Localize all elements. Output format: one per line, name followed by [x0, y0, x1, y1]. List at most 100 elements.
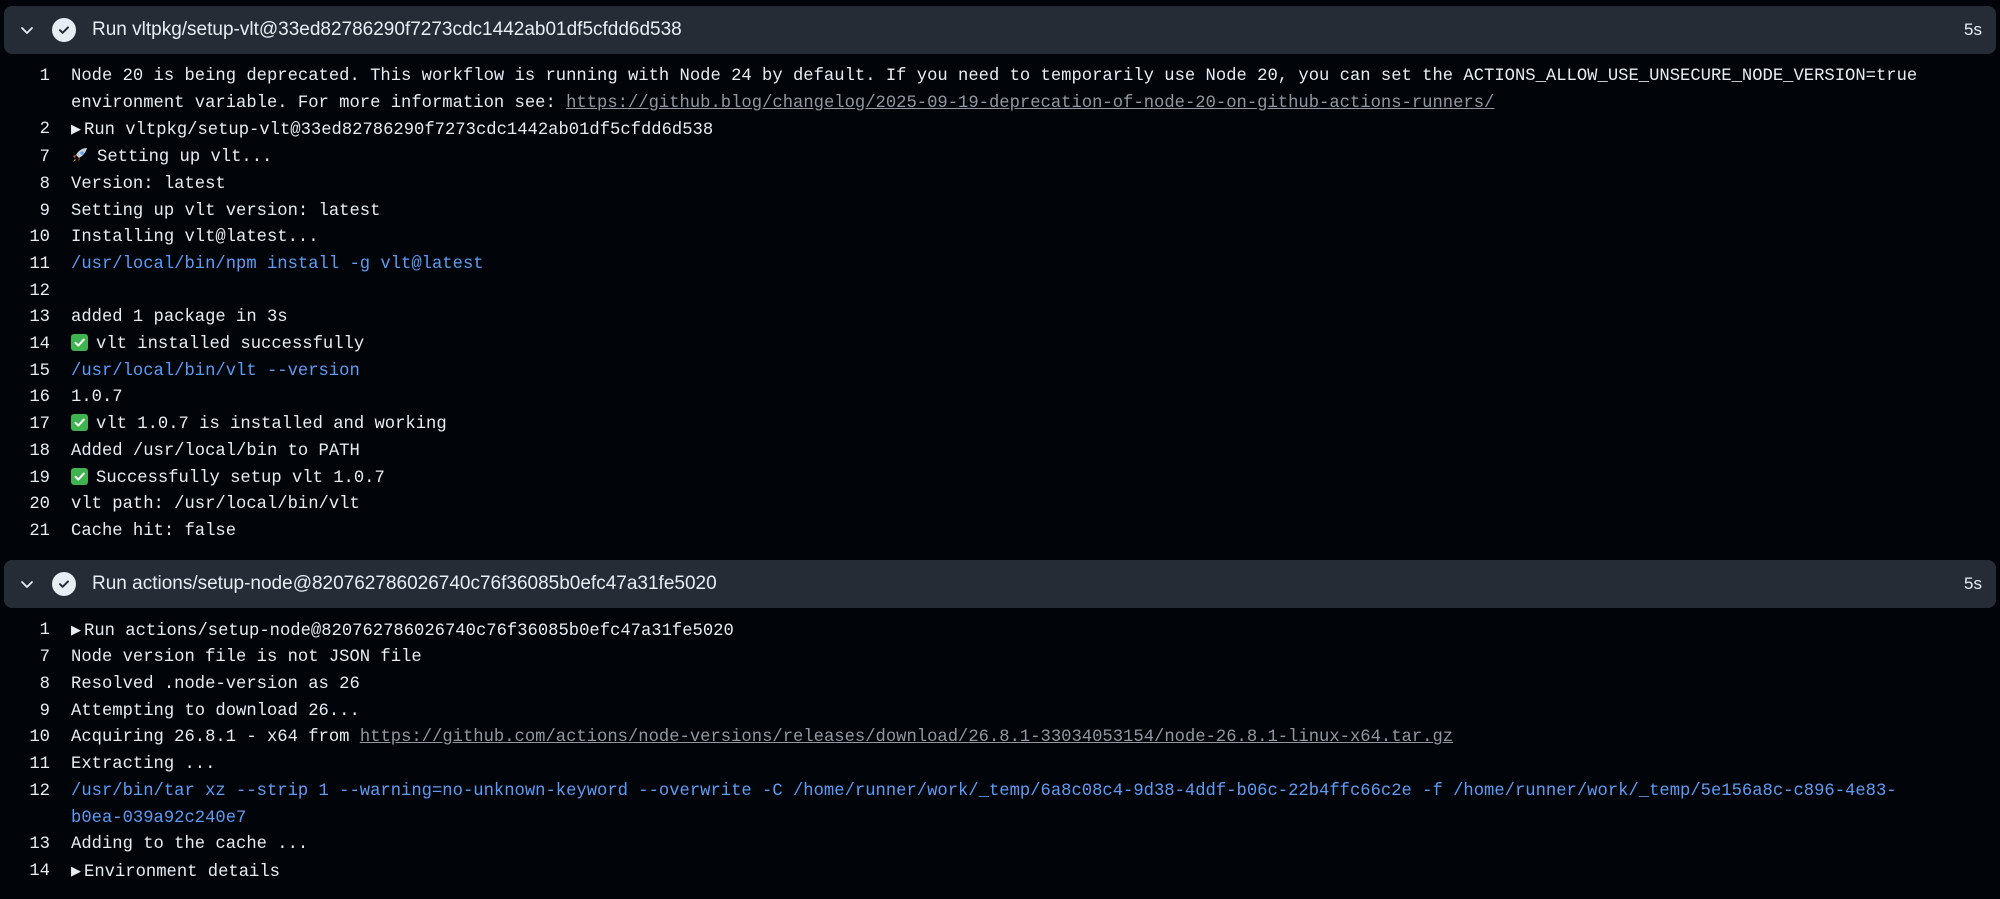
- line-number[interactable]: 11: [4, 752, 71, 779]
- log-line: 10 Acquiring 26.8.1 - x64 from https://g…: [4, 725, 1996, 752]
- log-line: 8 Resolved .node-version as 26: [4, 672, 1996, 699]
- log-text: Cache hit: false: [71, 521, 237, 541]
- chevron-down-icon[interactable]: [16, 573, 38, 595]
- log-text: added 1 package in 3s: [71, 308, 288, 328]
- log-text: vlt path: /usr/local/bin/vlt: [71, 495, 360, 515]
- log-line: 8 Version: latest: [4, 172, 1996, 199]
- line-number[interactable]: 13: [4, 832, 71, 859]
- line-number[interactable]: 10: [4, 225, 71, 252]
- line-number[interactable]: 7: [4, 145, 71, 172]
- log-line: 17 vlt 1.0.7 is installed and working: [4, 412, 1996, 439]
- log-text: Setting up vlt version: latest: [71, 201, 381, 221]
- log-text: Attempting to download 26...: [71, 701, 360, 721]
- log-command: /usr/local/bin/npm install -g vlt@latest: [71, 254, 484, 274]
- step-setup-vlt: Run vltpkg/setup-vlt@33ed82786290f7273cd…: [4, 6, 1996, 558]
- log-text: Acquiring 26.8.1 - x64 from: [71, 728, 360, 748]
- line-number[interactable]: 9: [4, 199, 71, 226]
- log-command: /usr/bin/tar xz --strip 1 --warning=no-u…: [71, 781, 1897, 828]
- log-text: Setting up vlt...: [97, 148, 273, 168]
- expand-triangle-icon[interactable]: ▶: [71, 859, 84, 886]
- line-number[interactable]: 19: [4, 466, 71, 493]
- log-command: /usr/local/bin/vlt --version: [71, 361, 360, 381]
- log-line: 13 Adding to the cache ...: [4, 832, 1996, 859]
- step-header[interactable]: Run actions/setup-node@820762786026740c7…: [4, 559, 1996, 608]
- log-line[interactable]: 2 ▶ Run vltpkg/setup-vlt@33ed82786290f727…: [4, 117, 1996, 145]
- step-duration: 5s: [1964, 20, 1982, 39]
- log-text: Run actions/setup-node@820762786026740c7…: [84, 621, 734, 641]
- line-number[interactable]: 15: [4, 359, 71, 386]
- line-number[interactable]: 8: [4, 672, 71, 699]
- step-log: 1 ▶ Run actions/setup-node@82076278602674…: [4, 608, 1996, 899]
- log-line: 19 Successfully setup vlt 1.0.7: [4, 466, 1996, 493]
- line-number[interactable]: 8: [4, 172, 71, 199]
- log-line: 12: [4, 279, 1996, 306]
- line-number[interactable]: 14: [4, 332, 71, 359]
- log-line: 13 added 1 package in 3s: [4, 305, 1996, 332]
- check-mark-button-icon: [71, 414, 88, 432]
- log-link[interactable]: https://github.com/actions/node-versions…: [360, 728, 1453, 747]
- log-line: 9 Setting up vlt version: latest: [4, 199, 1996, 226]
- log-line: 10 Installing vlt@latest...: [4, 225, 1996, 252]
- line-number[interactable]: 12: [4, 779, 71, 832]
- log-text: vlt 1.0.7 is installed and working: [96, 415, 447, 435]
- log-line: 11 Extracting ...: [4, 752, 1996, 779]
- log-text: Environment details: [84, 862, 280, 882]
- log-line[interactable]: 14 ▶ Environment details: [4, 859, 1996, 887]
- check-circle-icon: [52, 18, 76, 42]
- log-text: Successfully setup vlt 1.0.7: [96, 468, 385, 488]
- log-text: Extracting ...: [71, 755, 216, 775]
- line-number[interactable]: 18: [4, 439, 71, 466]
- log-text: Installing vlt@latest...: [71, 228, 319, 248]
- line-number[interactable]: 17: [4, 412, 71, 439]
- log-line: 14 vlt installed successfully: [4, 332, 1996, 359]
- expand-triangle-icon[interactable]: ▶: [71, 117, 84, 144]
- line-number[interactable]: 21: [4, 519, 71, 546]
- workflow-log: Run vltpkg/setup-vlt@33ed82786290f7273cd…: [0, 6, 2000, 899]
- check-mark-button-icon: [71, 467, 88, 485]
- log-line: 7 Node version file is not JSON file: [4, 645, 1996, 672]
- step-log: 1 Node 20 is being deprecated. This work…: [4, 54, 1996, 558]
- log-line: 18 Added /usr/local/bin to PATH: [4, 439, 1996, 466]
- log-text: Resolved .node-version as 26: [71, 675, 360, 695]
- log-line: 11 /usr/local/bin/npm install -g vlt@lat…: [4, 252, 1996, 279]
- line-number[interactable]: 16: [4, 385, 71, 412]
- log-text: Node version file is not JSON file: [71, 648, 422, 668]
- line-number[interactable]: 1: [4, 64, 71, 117]
- log-line: 21 Cache hit: false: [4, 519, 1996, 546]
- step-duration: 5s: [1964, 573, 1982, 593]
- log-line: 7 Setting up vlt...: [4, 145, 1996, 172]
- step-title: Run actions/setup-node@820762786026740c7…: [92, 572, 717, 594]
- line-number[interactable]: 14: [4, 859, 71, 887]
- line-number[interactable]: 10: [4, 725, 71, 752]
- line-number[interactable]: 1: [4, 618, 71, 646]
- line-number[interactable]: 12: [4, 279, 71, 306]
- line-number[interactable]: 2: [4, 117, 71, 145]
- log-line: 15 /usr/local/bin/vlt --version: [4, 359, 1996, 386]
- line-number[interactable]: 9: [4, 699, 71, 726]
- step-title: Run vltpkg/setup-vlt@33ed82786290f7273cd…: [92, 19, 682, 40]
- step-setup-node: Run actions/setup-node@820762786026740c7…: [4, 559, 1996, 899]
- line-number[interactable]: 7: [4, 645, 71, 672]
- log-text: vlt installed successfully: [96, 335, 365, 355]
- log-line: 9 Attempting to download 26...: [4, 699, 1996, 726]
- log-line[interactable]: 1 ▶ Run actions/setup-node@82076278602674…: [4, 618, 1996, 646]
- chevron-down-icon[interactable]: [16, 19, 38, 41]
- expand-triangle-icon[interactable]: ▶: [71, 618, 84, 645]
- log-line: 16 1.0.7: [4, 385, 1996, 412]
- log-text: 1.0.7: [71, 388, 123, 408]
- log-line: 20 vlt path: /usr/local/bin/vlt: [4, 492, 1996, 519]
- check-mark-button-icon: [71, 334, 88, 352]
- log-text: Added /usr/local/bin to PATH: [71, 441, 360, 461]
- log-text: Run vltpkg/setup-vlt@33ed82786290f7273cd…: [84, 121, 714, 141]
- rocket-icon: [71, 147, 89, 163]
- log-text: Version: latest: [71, 174, 226, 194]
- log-line: 1 Node 20 is being deprecated. This work…: [4, 64, 1996, 117]
- step-header[interactable]: Run vltpkg/setup-vlt@33ed82786290f7273cd…: [4, 6, 1996, 54]
- line-number[interactable]: 13: [4, 305, 71, 332]
- check-circle-icon: [52, 571, 76, 596]
- log-text: Adding to the cache ...: [71, 835, 309, 855]
- line-number[interactable]: 11: [4, 252, 71, 279]
- log-link[interactable]: https://github.blog/changelog/2025-09-19…: [566, 94, 1494, 113]
- line-number[interactable]: 20: [4, 492, 71, 519]
